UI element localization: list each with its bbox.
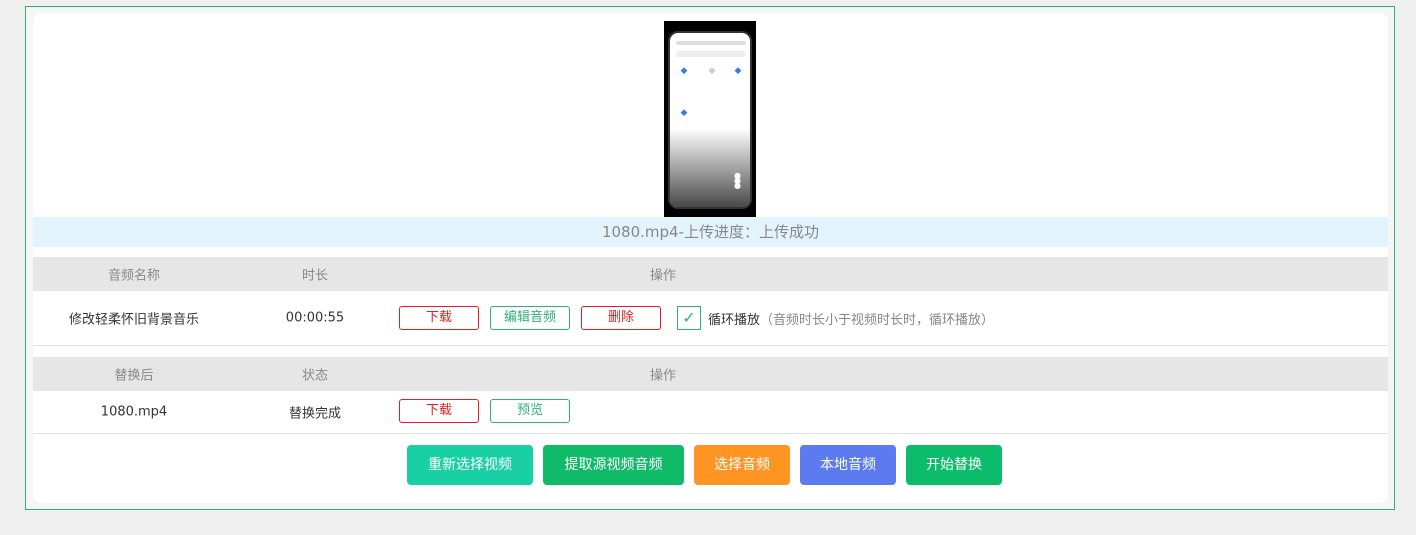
audio-table-header: 音频名称 时长 操作 xyxy=(33,257,1388,291)
header-operations: 操作 xyxy=(649,268,676,284)
thumb-audio-icon: ◆ xyxy=(680,66,688,76)
result-status: 替换完成 xyxy=(288,406,341,422)
result-file-name: 1080.mp4 xyxy=(100,404,168,420)
header-result-name: 替换后 xyxy=(114,368,154,384)
loop-play-text: 循环播放（音频时长小于视频时长时，循环播放） xyxy=(708,309,994,328)
app-frame: ◆ ◆ ◆ ◆ ● ● ● 1080.mp4-上传进度：上传成功 音频名称 时长 操… xyxy=(25,6,1395,510)
audio-download-button[interactable]: 下载 xyxy=(399,306,479,330)
header-status: 状态 xyxy=(301,368,328,384)
select-audio-button[interactable]: 选择音频 xyxy=(694,445,790,485)
loop-play-checkbox[interactable]: ✓ xyxy=(677,306,701,330)
result-row: 1080.mp4 替换完成 下载 预览 xyxy=(33,391,1388,433)
result-preview-button[interactable]: 预览 xyxy=(490,399,570,423)
check-icon: ✓ xyxy=(682,308,696,327)
row-divider xyxy=(33,345,1388,346)
reselect-video-button[interactable]: 重新选择视频 xyxy=(407,445,533,485)
loop-play-label: 循环播放 xyxy=(708,313,761,328)
result-download-button[interactable]: 下载 xyxy=(399,399,479,423)
video-thumbnail: ◆ ◆ ◆ ◆ ● ● ● xyxy=(668,31,752,209)
thumb-audio-icon: ◆ xyxy=(680,108,688,118)
main-panel: ◆ ◆ ◆ ◆ ● ● ● 1080.mp4-上传进度：上传成功 音频名称 时长 操… xyxy=(33,13,1388,503)
result-table-header: 替换后 状态 操作 xyxy=(33,357,1388,391)
start-replace-button[interactable]: 开始替换 xyxy=(906,445,1002,485)
extract-audio-button[interactable]: 提取源视频音频 xyxy=(543,445,684,485)
more-vertical-icon: ● ● ● xyxy=(734,171,741,190)
audio-row: 修改轻柔怀旧背景音乐 00:00:55 下载 编辑音频 删除 ✓ 循环播放（音频… xyxy=(33,291,1388,345)
local-audio-button[interactable]: 本地音频 xyxy=(800,445,896,485)
thumb-audio-icon: ◆ xyxy=(734,66,742,76)
audio-name: 修改轻柔怀旧背景音乐 xyxy=(68,312,199,328)
video-preview[interactable]: ◆ ◆ ◆ ◆ ● ● ● xyxy=(664,21,756,221)
header-duration: 时长 xyxy=(301,268,328,284)
loop-play-hint: （音频时长小于视频时长时，循环播放） xyxy=(760,313,995,328)
audio-duration: 00:00:55 xyxy=(285,310,345,326)
thumb-gradient xyxy=(670,128,750,207)
delete-audio-button[interactable]: 删除 xyxy=(581,306,661,330)
upload-status-bar: 1080.mp4-上传进度：上传成功 xyxy=(33,217,1388,247)
thumb-audio-icon: ◆ xyxy=(708,66,716,76)
thumb-decor-search xyxy=(676,51,746,57)
thumb-decor-bar xyxy=(676,41,746,45)
header-result-operations: 操作 xyxy=(649,368,676,384)
row-divider xyxy=(33,433,1388,434)
edit-audio-button[interactable]: 编辑音频 xyxy=(490,306,570,330)
header-audio-name: 音频名称 xyxy=(107,268,160,284)
